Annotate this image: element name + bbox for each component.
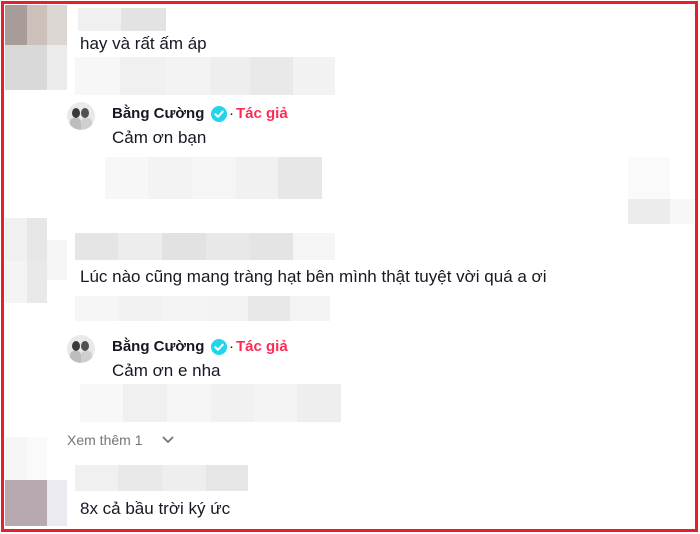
reply-2-username[interactable]: Bằng Cường	[112, 338, 204, 356]
comment-2-text: Lúc nào cũng mang tràng hạt bên mình thậ…	[80, 267, 547, 286]
chevron-down-icon[interactable]	[162, 436, 174, 444]
verified-badge-icon	[211, 339, 227, 355]
reply-2-text: Cảm ơn e nha	[112, 361, 221, 380]
reply-1-username[interactable]: Bằng Cường	[112, 105, 204, 123]
comment-3-text: 8x cả bầu trời ký ức	[80, 499, 231, 518]
author-badge: Tác giả	[236, 105, 288, 122]
comment-1-text: hay và rất ấm áp	[80, 34, 207, 53]
reply-1-text: Cảm ơn bạn	[112, 128, 207, 147]
verified-badge-icon	[211, 106, 227, 122]
author-badge: Tác giả	[236, 338, 288, 355]
reply-2-avatar[interactable]	[67, 335, 95, 363]
reply-1-separator: ·	[229, 105, 234, 122]
reply-2-separator: ·	[229, 338, 234, 355]
view-more-label[interactable]: Xem thêm 1	[67, 431, 142, 449]
reply-1-avatar[interactable]	[67, 102, 95, 130]
